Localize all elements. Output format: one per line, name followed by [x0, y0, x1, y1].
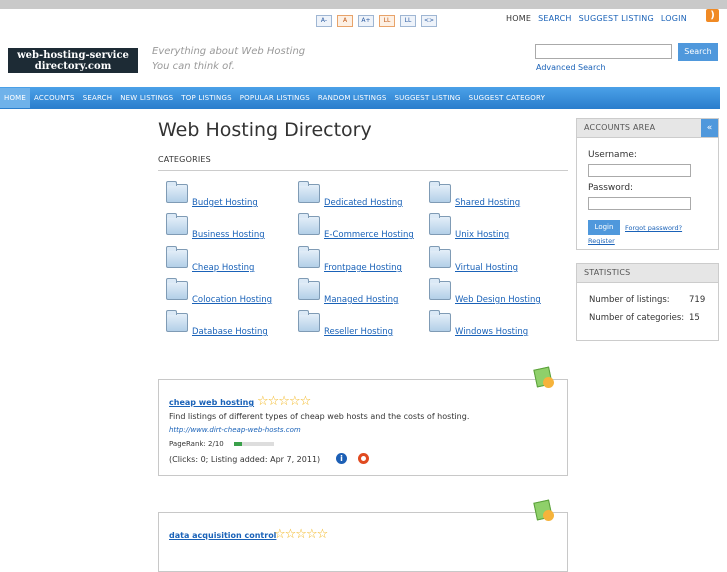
folder-icon	[166, 213, 188, 235]
stat-listings-label: Number of listings:	[589, 295, 670, 305]
stat-listings-value: 719	[689, 295, 706, 305]
folder-icon	[429, 278, 451, 300]
tagline-line-1: Everything about Web Hosting	[152, 46, 306, 57]
nav-top-listings[interactable]: TOP LISTINGS	[177, 94, 235, 102]
category-link[interactable]: Database Hosting	[192, 327, 268, 337]
font-increase-button[interactable]: A+	[358, 15, 374, 27]
folder-icon	[429, 310, 451, 332]
nav-popular-listings[interactable]: POPULAR LISTINGS	[236, 94, 314, 102]
page-title: Web Hosting Directory	[158, 119, 372, 141]
top-link-search[interactable]: SEARCH	[538, 14, 572, 23]
font-reset-button[interactable]: A	[337, 15, 353, 27]
category-link[interactable]: Windows Hosting	[455, 327, 528, 337]
category-link[interactable]: Frontpage Hosting	[324, 263, 402, 273]
statistics-panel: STATISTICS Number of listings: 719 Numbe…	[576, 263, 719, 341]
layout-wide-button[interactable]: LL	[400, 15, 416, 27]
listing-title[interactable]: data acquisition control	[169, 531, 276, 540]
categories-heading: CATEGORIES	[158, 155, 211, 164]
category-link[interactable]: Reseller Hosting	[324, 327, 393, 337]
category-link[interactable]: Unix Hosting	[455, 230, 509, 240]
folder-icon	[298, 310, 320, 332]
listing-card: cheap web hosting ☆☆☆☆☆ Find listings of…	[158, 366, 568, 476]
category-link[interactable]: Shared Hosting	[455, 198, 520, 208]
listing-badge-icon	[533, 366, 555, 390]
font-size-controls: A- A A+ LL LL <>	[316, 15, 438, 27]
folder-icon	[298, 246, 320, 268]
logo-line-2: directory.com	[34, 61, 112, 72]
category-link[interactable]: Virtual Hosting	[455, 263, 518, 273]
listing-url[interactable]: http://www.dirt-cheap-web-hosts.com	[169, 426, 301, 434]
rating-stars-icon[interactable]: ☆☆☆☆☆	[274, 527, 328, 542]
statistics-panel-title: STATISTICS	[577, 264, 718, 283]
nav-search[interactable]: SEARCH	[79, 94, 117, 102]
listing-title[interactable]: cheap web hosting	[169, 398, 254, 407]
nav-random-listings[interactable]: RANDOM LISTINGS	[314, 94, 391, 102]
category-link[interactable]: Managed Hosting	[324, 295, 398, 305]
username-label: Username:	[588, 150, 637, 160]
folder-icon	[298, 278, 320, 300]
top-links: HOME SEARCH SUGGEST LISTING LOGIN	[506, 14, 687, 23]
accounts-panel-title: ACCOUNTS AREA	[577, 119, 718, 138]
pagerank-bar-fill	[234, 442, 242, 446]
search-input[interactable]	[535, 44, 672, 59]
listing-stats: (Clicks: 0; Listing added: Apr 7, 2011)	[169, 455, 321, 464]
category-link[interactable]: Colocation Hosting	[192, 295, 272, 305]
top-link-home[interactable]: HOME	[506, 14, 531, 23]
category-link[interactable]: Business Hosting	[192, 230, 265, 240]
folder-icon	[166, 278, 188, 300]
categories-divider	[158, 170, 568, 171]
top-bar	[0, 0, 727, 9]
rss-icon[interactable]: )	[706, 9, 719, 22]
layout-narrow-button[interactable]: LL	[379, 15, 395, 27]
tagline-line-2: You can think of.	[152, 61, 235, 72]
folder-icon	[298, 213, 320, 235]
nav-accounts[interactable]: ACCOUNTS	[30, 94, 79, 102]
category-link[interactable]: Web Design Hosting	[455, 295, 541, 305]
password-label: Password:	[588, 183, 634, 193]
folder-icon	[429, 181, 451, 203]
nav-new-listings[interactable]: NEW LISTINGS	[116, 94, 177, 102]
password-field[interactable]	[588, 197, 691, 210]
category-link[interactable]: E-Commerce Hosting	[324, 230, 414, 240]
username-field[interactable]	[588, 164, 691, 177]
collapse-icon[interactable]: «	[701, 119, 718, 137]
stat-categories-label: Number of categories:	[589, 313, 685, 323]
category-link[interactable]: Cheap Hosting	[192, 263, 254, 273]
nav-suggest-listing[interactable]: SUGGEST LISTING	[390, 94, 464, 102]
folder-icon	[166, 310, 188, 332]
listing-card: data acquisition control ☆☆☆☆☆	[158, 499, 568, 572]
pagerank-text: PageRank: 2/10	[169, 440, 224, 448]
folder-icon	[429, 246, 451, 268]
accounts-panel: ACCOUNTS AREA « Username: Password: Logi…	[576, 118, 719, 250]
nav-home[interactable]: HOME	[0, 88, 31, 108]
listing-description: Find listings of different types of chea…	[169, 412, 470, 421]
category-link[interactable]: Dedicated Hosting	[324, 198, 403, 208]
pagerank-bar	[234, 442, 274, 446]
login-button[interactable]: Login	[588, 220, 620, 235]
folder-icon	[166, 181, 188, 203]
report-icon[interactable]	[358, 453, 369, 464]
rating-stars-icon[interactable]: ☆☆☆☆☆	[257, 394, 311, 409]
folder-icon	[166, 246, 188, 268]
nav-suggest-category[interactable]: SUGGEST CATEGORY	[465, 94, 549, 102]
logo-line-1: web-hosting-service	[17, 50, 129, 61]
font-decrease-button[interactable]: A-	[316, 15, 332, 27]
forgot-password-link[interactable]: Forgot password?	[625, 224, 682, 232]
register-link[interactable]: Register	[588, 237, 615, 245]
top-link-login[interactable]: LOGIN	[661, 14, 687, 23]
listing-badge-icon	[533, 499, 555, 523]
layout-fluid-button[interactable]: <>	[421, 15, 438, 27]
folder-icon	[429, 213, 451, 235]
info-icon[interactable]: i	[336, 453, 347, 464]
site-logo[interactable]: web-hosting-service directory.com	[8, 48, 138, 73]
search-button[interactable]: Search	[678, 43, 718, 61]
top-link-suggest-listing[interactable]: SUGGEST LISTING	[579, 14, 654, 23]
advanced-search-link[interactable]: Advanced Search	[536, 63, 606, 72]
stat-categories-value: 15	[689, 313, 700, 323]
folder-icon	[298, 181, 320, 203]
main-nav: HOME ACCOUNTS SEARCH NEW LISTINGS TOP LI…	[0, 87, 720, 109]
site-tagline: Everything about Web Hosting You can thi…	[152, 44, 305, 74]
category-link[interactable]: Budget Hosting	[192, 198, 258, 208]
